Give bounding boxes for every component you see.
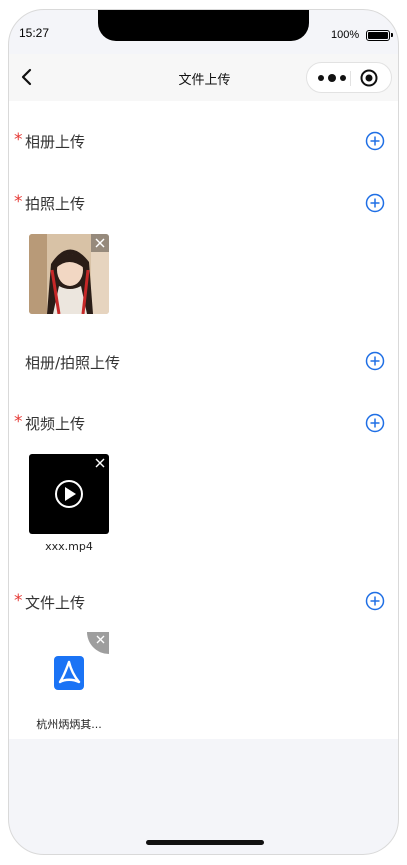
status-time: 15:27 bbox=[19, 26, 50, 40]
home-indicator bbox=[146, 840, 264, 845]
section-label-file-upload: 文件上传 bbox=[25, 594, 86, 612]
close-icon[interactable] bbox=[91, 454, 109, 472]
pdf-file-name: 杭州炳炳其... bbox=[36, 718, 102, 731]
battery-icon bbox=[366, 30, 393, 41]
section-label-video-upload: 视频上传 bbox=[25, 415, 86, 433]
plus-circle-icon[interactable] bbox=[365, 351, 385, 371]
close-icon[interactable] bbox=[87, 632, 109, 654]
mini-program-capsule bbox=[306, 62, 392, 93]
more-dots-icon[interactable] bbox=[317, 73, 347, 83]
phone-frame: 15:27 100% 文件上传 * 相册上传 * 拍照上传 相册/拍照上传 * … bbox=[8, 9, 399, 855]
upload-form: * 相册上传 * 拍照上传 相册/拍照上传 * 视频上传 xxx.mp4 * 文… bbox=[9, 101, 398, 739]
battery-percentage: 100% bbox=[331, 29, 360, 41]
section-label-photo-upload: 拍照上传 bbox=[25, 195, 86, 213]
plus-circle-icon[interactable] bbox=[365, 193, 385, 213]
plus-circle-icon[interactable] bbox=[365, 591, 385, 611]
capsule-divider bbox=[350, 71, 351, 86]
device-notch bbox=[98, 10, 309, 41]
plus-circle-icon[interactable] bbox=[365, 131, 385, 151]
close-icon[interactable] bbox=[91, 234, 109, 252]
navigation-bar: 文件上传 bbox=[9, 54, 398, 101]
required-mark: * bbox=[14, 591, 23, 611]
required-mark: * bbox=[14, 192, 23, 212]
section-label-album-or-photo-upload: 相册/拍照上传 bbox=[25, 354, 121, 372]
section-label-album-upload: 相册上传 bbox=[25, 133, 86, 151]
required-mark: * bbox=[14, 130, 23, 150]
plus-circle-icon[interactable] bbox=[365, 413, 385, 433]
required-mark: * bbox=[14, 412, 23, 432]
target-circle-icon[interactable] bbox=[360, 69, 378, 87]
video-file-name: xxx.mp4 bbox=[45, 540, 93, 553]
video-thumbnail[interactable] bbox=[29, 454, 109, 534]
pdf-file-item[interactable] bbox=[29, 632, 109, 712]
photo-thumbnail[interactable] bbox=[29, 234, 109, 314]
